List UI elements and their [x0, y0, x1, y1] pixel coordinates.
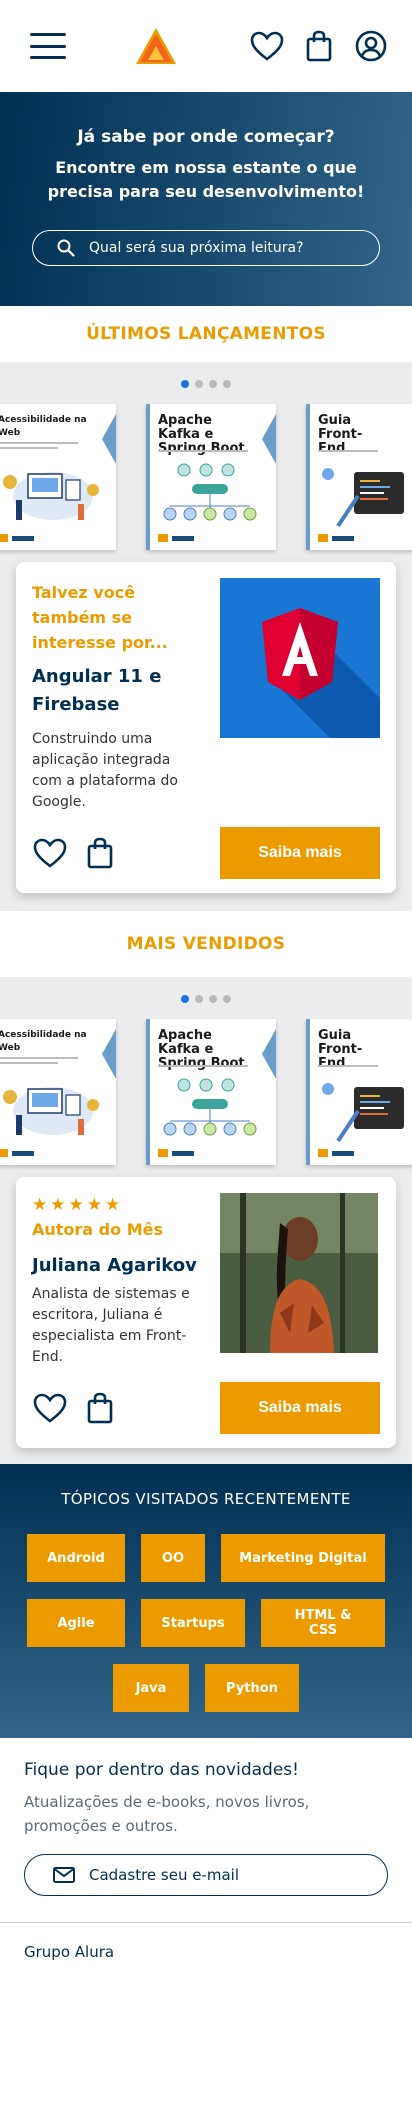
mail-icon [53, 1867, 75, 1883]
page-footer: Grupo Alura [0, 1922, 412, 1981]
recommendation-eyebrow: Talvez você também se interesse por... [32, 583, 168, 652]
newsletter-section: Fique por dentro das novidades! Atualiza… [0, 1738, 412, 1922]
add-to-bag-icon[interactable] [82, 1390, 118, 1426]
saiba-mais-button[interactable]: Saiba mais [220, 1382, 380, 1434]
search-placeholder: Qual será sua próxima leitura? [89, 240, 304, 256]
topic-tag-startups[interactable]: Startups [141, 1599, 245, 1647]
favorite-heart-icon[interactable] [32, 1390, 68, 1426]
author-description: Analista de sistemas e escritora, Julian… [32, 1286, 190, 1365]
carousel-pagination [0, 380, 412, 388]
search-input[interactable]: Qual será sua próxima leitura? [32, 230, 380, 266]
recent-topics-section: TÓPICOS VISITADOS RECENTEMENTE Android O… [0, 1464, 412, 1738]
email-signup-label: Cadastre seu e-mail [89, 1866, 240, 1884]
email-signup-button[interactable]: Cadastre seu e-mail [24, 1854, 388, 1896]
latest-section-title: ÚLTIMOS LANÇAMENTOS [0, 306, 412, 362]
latest-books-carousel[interactable]: Acessibilidade na Web Apache Kafka e Spr… [0, 362, 412, 562]
book-illustration [3, 472, 99, 520]
rating-stars: ★★★★★ [32, 1195, 124, 1215]
topic-tag-agile[interactable]: Agile [27, 1599, 125, 1647]
book-cover[interactable]: Apache Kafka e Spring Boot [146, 1019, 276, 1165]
book-title: Acessibilidade na Web [0, 1030, 87, 1053]
author-name: Juliana Agarikov [32, 1255, 197, 1276]
carousel-dot[interactable] [181, 995, 189, 1003]
author-card-wrapper: ★★★★★ Autora do Mês Juliana Agarikov Ana… [0, 1177, 412, 1464]
book-name: Angular 11 e Firebase [32, 666, 162, 715]
hero-banner: Já sabe por onde começar? Encontre em no… [0, 92, 412, 306]
shopping-bag-icon[interactable] [302, 29, 336, 63]
carousel-dot[interactable] [209, 380, 217, 388]
topic-tag-android[interactable]: Android [27, 1534, 125, 1582]
carousel-dot[interactable] [181, 380, 189, 388]
topic-tag-java[interactable]: Java [113, 1664, 189, 1712]
book-illustration [3, 1087, 99, 1135]
hero-title: Já sabe por onde começar? [77, 127, 335, 147]
book-cover[interactable]: Acessibilidade na Web [0, 404, 116, 550]
carousel-dot[interactable] [223, 380, 231, 388]
topic-tags: Android OO Marketing Digital Agile Start… [20, 1534, 392, 1712]
book-description: Construindo uma aplicação integrada com … [32, 731, 178, 810]
favorite-heart-icon[interactable] [32, 835, 68, 871]
author-photo [220, 1193, 378, 1353]
book-cover[interactable]: Guia Front-End [306, 404, 412, 550]
book-cover[interactable]: Apache Kafka e Spring Boot [146, 404, 276, 550]
user-account-icon[interactable] [354, 29, 388, 63]
recommendation-card: Talvez você também se interesse por... A… [16, 562, 396, 893]
bestsellers-section-title: MAIS VENDIDOS [0, 911, 412, 977]
book-illustration [322, 1083, 404, 1143]
book-illustration [322, 468, 404, 528]
saiba-mais-button[interactable]: Saiba mais [220, 827, 380, 879]
add-to-bag-icon[interactable] [82, 835, 118, 871]
book-cover[interactable]: Guia Front-End [306, 1019, 412, 1165]
carousel-pagination [0, 995, 412, 1003]
bestsellers-carousel[interactable]: Acessibilidade na Web Apache Kafka e Spr… [0, 977, 412, 1177]
carousel-dot[interactable] [195, 380, 203, 388]
menu-icon[interactable] [30, 33, 66, 59]
favorites-heart-icon[interactable] [250, 29, 284, 63]
newsletter-title: Fique por dentro das novidades! [24, 1760, 299, 1780]
footer-text: Grupo Alura [24, 1943, 115, 1961]
book-title: Acessibilidade na Web [0, 415, 87, 438]
topic-tag-oo[interactable]: OO [141, 1534, 205, 1582]
topic-tag-marketing-digital[interactable]: Marketing Digital [221, 1534, 385, 1582]
alura-logo[interactable] [135, 26, 177, 66]
recommendation-card-wrapper: Talvez você também se interesse por... A… [0, 562, 412, 911]
search-icon [57, 239, 75, 257]
author-card: ★★★★★ Autora do Mês Juliana Agarikov Ana… [16, 1177, 396, 1448]
hero-subtitle: Encontre em nossa estante o que precisa … [47, 158, 365, 201]
top-header [0, 0, 412, 92]
newsletter-text: Atualizações de e-books, novos livros, p… [24, 1793, 310, 1835]
topic-tag-python[interactable]: Python [205, 1664, 299, 1712]
carousel-dot[interactable] [209, 995, 217, 1003]
book-diagram [163, 463, 257, 521]
book-cover[interactable]: Acessibilidade na Web [0, 1019, 116, 1165]
topic-tag-html-css[interactable]: HTML & CSS [261, 1599, 385, 1647]
topics-title: TÓPICOS VISITADOS RECENTEMENTE [61, 1490, 351, 1508]
book-diagram [163, 1078, 257, 1136]
carousel-dot[interactable] [223, 995, 231, 1003]
angular-book-image [220, 578, 380, 738]
author-eyebrow: Autora do Mês [32, 1220, 163, 1239]
carousel-dot[interactable] [195, 995, 203, 1003]
